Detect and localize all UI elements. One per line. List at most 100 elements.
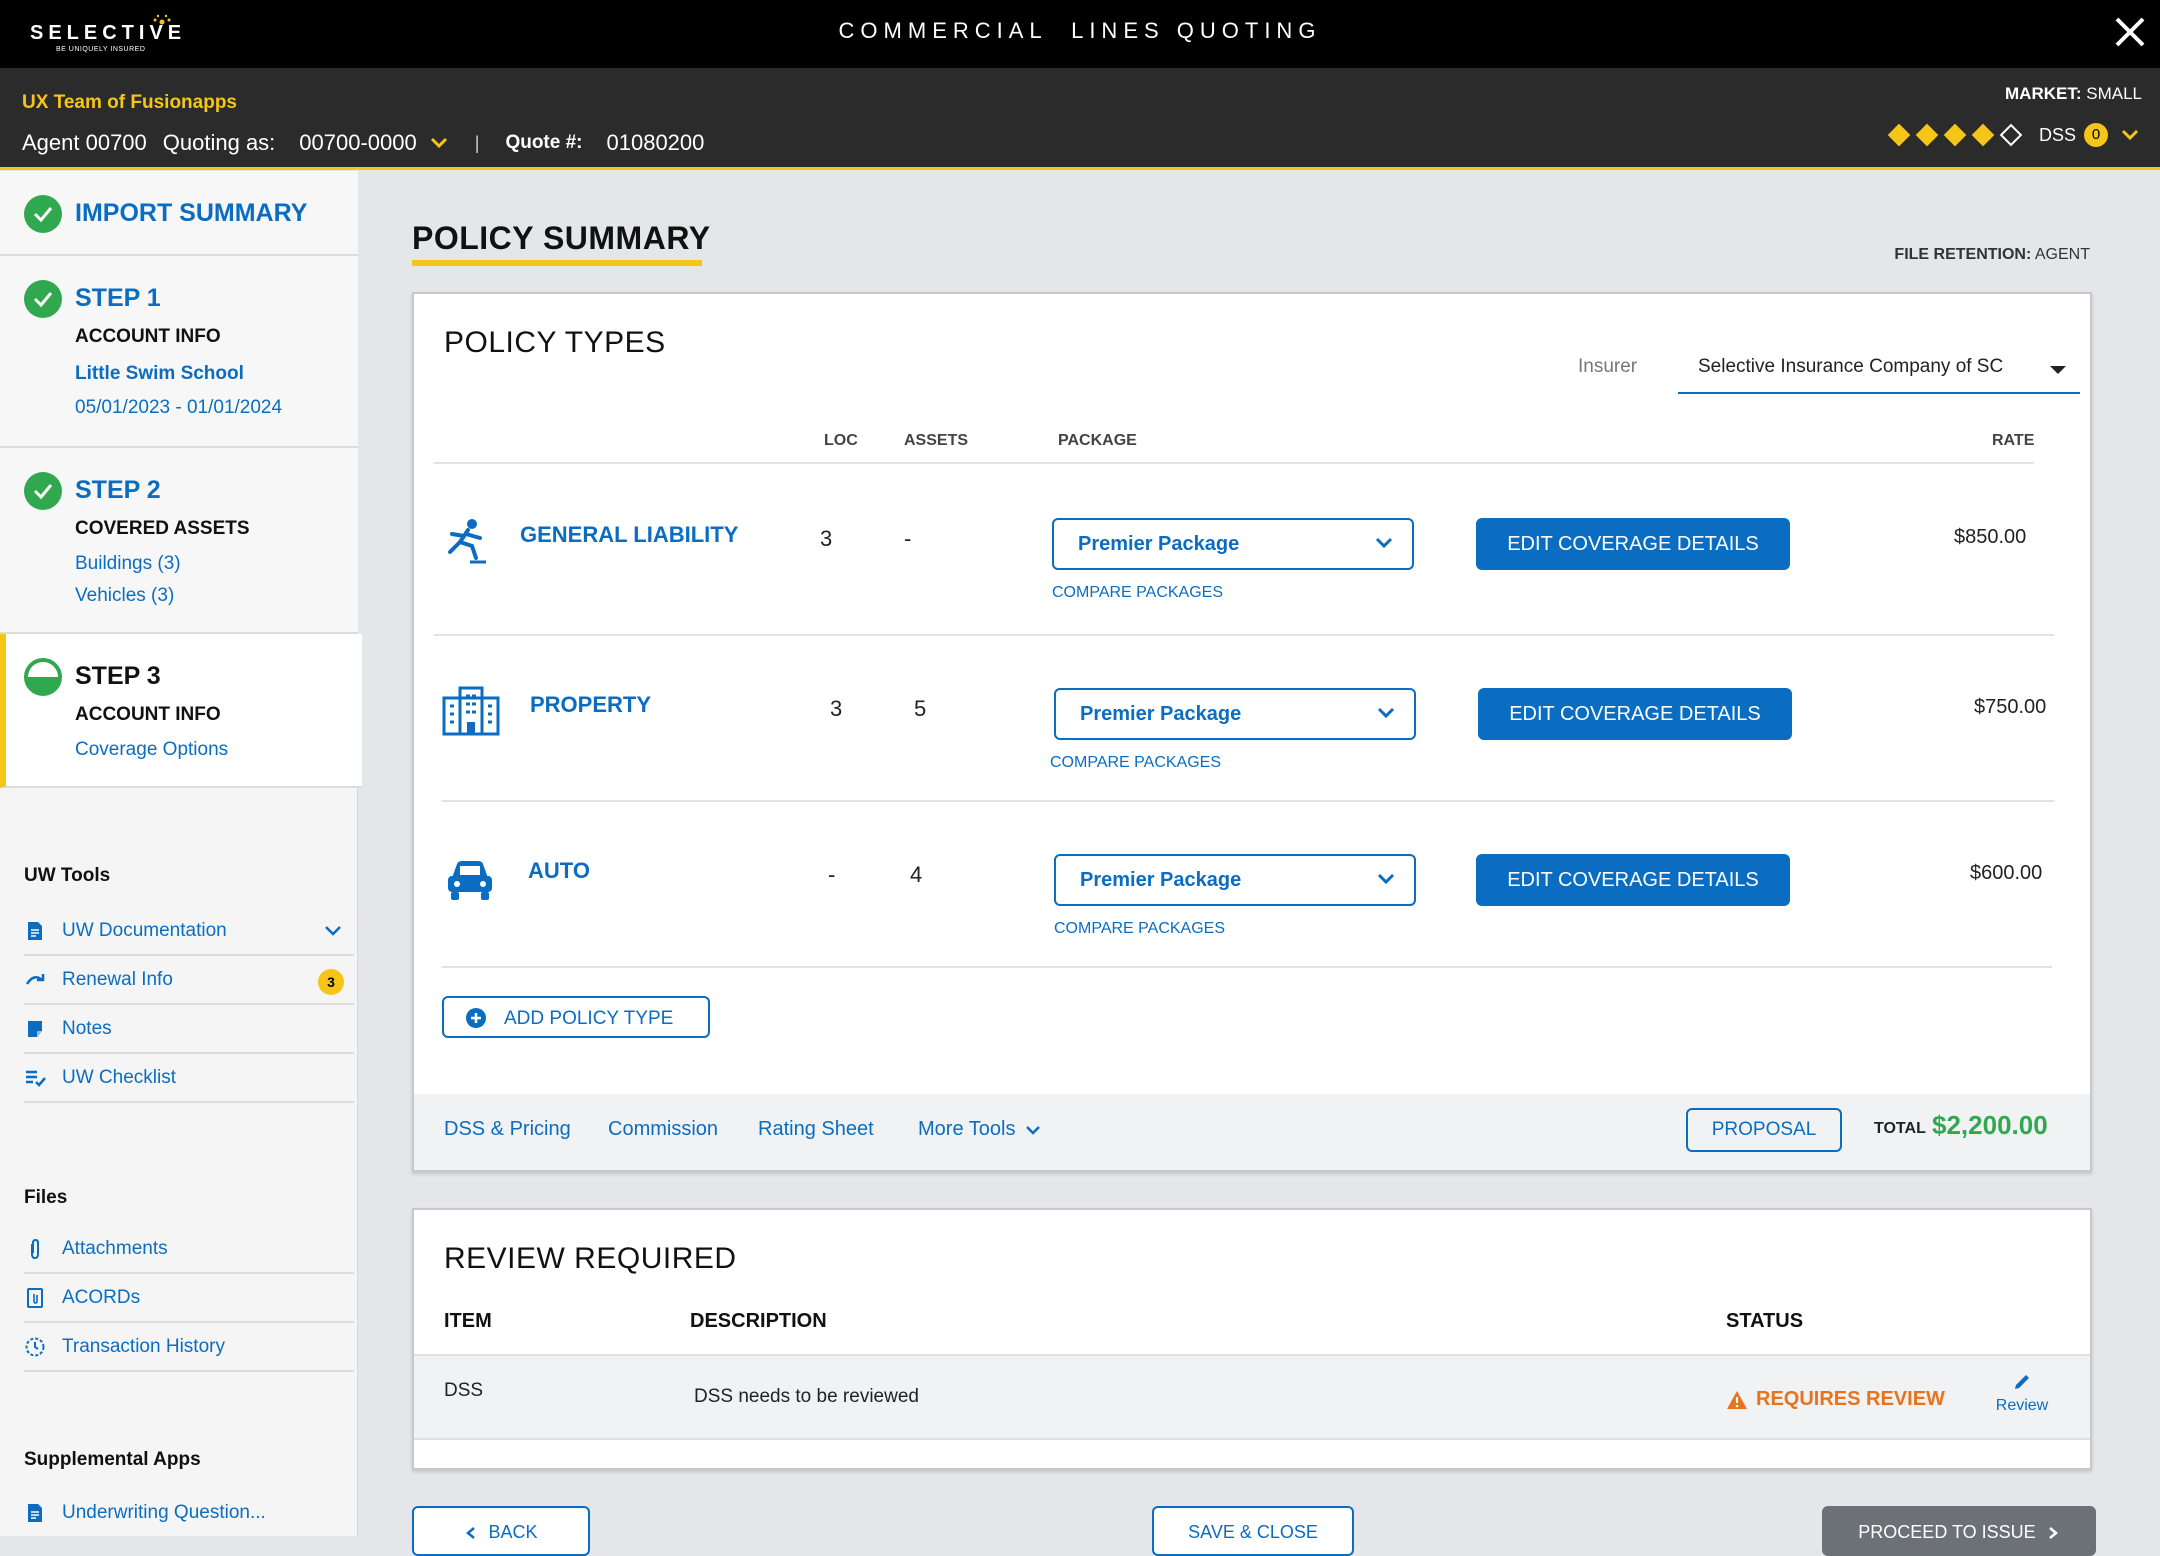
retention-value: AGENT (2034, 246, 2090, 263)
account-name-link[interactable]: Little Swim School (75, 363, 244, 385)
step-1-subtitle: ACCOUNT INFO (75, 326, 221, 347)
chevron-down-icon (1026, 1125, 1041, 1135)
policy-types-title: POLICY TYPES (444, 326, 666, 359)
file-retention: FILE RETENTION: AGENT (1894, 246, 2090, 264)
auto-link[interactable]: AUTO (528, 858, 590, 884)
auto-loc-value: - (828, 862, 836, 887)
row-divider (434, 634, 2054, 636)
save-close-button[interactable]: SAVE & CLOSE (1152, 1506, 1354, 1556)
dss-label: DSS (2038, 124, 2076, 145)
step-2[interactable]: STEP 2 COVERED ASSETS Buildings (3) Vehi… (0, 448, 358, 634)
quoting-as-value: 00700-0000 (299, 130, 417, 155)
auto-assets-value: 4 (910, 862, 923, 887)
insurer-label: Insurer (1578, 356, 1638, 377)
vehicles-link[interactable]: Vehicles (3) (75, 585, 174, 607)
caret-down-icon (2050, 366, 2066, 374)
insurer-select[interactable]: Selective Insurance Company of SC (1678, 342, 2080, 394)
policy-types-card: POLICY TYPES Insurer Selective Insurance… (412, 292, 2092, 1172)
close-icon[interactable] (2112, 14, 2148, 50)
dss-diamond-empty (1999, 123, 2023, 147)
quote-number: 01080200 (606, 130, 705, 155)
auto-edit-coverage-button[interactable]: EDIT COVERAGE DETAILS (1476, 854, 1790, 906)
gl-package-select[interactable]: Premier Package (1052, 518, 1414, 570)
title-underline (412, 260, 702, 266)
proceed-label: PROCEED TO ISSUE (1858, 1522, 2036, 1542)
step-2-subtitle: COVERED ASSETS (75, 518, 250, 539)
quoting-as-select[interactable]: 00700-0000 (299, 130, 448, 156)
property-link[interactable]: PROPERTY (530, 692, 651, 718)
transaction-history-item[interactable]: Transaction History (24, 1324, 354, 1372)
step-1[interactable]: STEP 1 ACCOUNT INFO Little Swim School 0… (0, 256, 358, 448)
chevron-down-icon (1375, 537, 1393, 549)
proceed-to-issue-button[interactable]: PROCEED TO ISSUE (1822, 1506, 2096, 1556)
notes-label: Notes (62, 1018, 112, 1039)
app-title: COMMERCIAL LINES QUOTING (838, 18, 1322, 43)
review-action[interactable]: Review (1992, 1372, 2052, 1415)
warning-icon (1727, 1390, 1747, 1409)
back-button[interactable]: BACK (412, 1506, 590, 1556)
attachments-item[interactable]: Attachments (24, 1226, 354, 1274)
gl-package-value: Premier Package (1078, 533, 1240, 555)
agent-row: Agent 00700 Quoting as: 00700-0000 | Quo… (22, 130, 704, 156)
auto-package-select[interactable]: Premier Package (1054, 854, 1416, 906)
underwriting-questions-item[interactable]: Underwriting Question... (24, 1489, 354, 1537)
check-icon (24, 280, 62, 318)
acords-label: ACORDs (62, 1287, 141, 1308)
page-title: POLICY SUMMARY (412, 220, 711, 256)
top-bar: SELECTIVE BE UNIQUELY INSURED COMMERCIAL… (0, 0, 2160, 68)
history-icon (25, 1337, 45, 1357)
rating-sheet-link[interactable]: Rating Sheet (758, 1118, 874, 1141)
in-progress-icon (24, 658, 62, 696)
policy-dates-link[interactable]: 05/01/2023 - 01/01/2024 (75, 397, 282, 419)
step-1-title: STEP 1 (75, 284, 161, 312)
chevron-down-icon[interactable] (324, 924, 342, 938)
sidebar: IMPORT SUMMARY STEP 1 ACCOUNT INFO Littl… (0, 171, 362, 1537)
chevron-down-icon (2121, 129, 2139, 141)
buildings-link[interactable]: Buildings (3) (75, 553, 181, 575)
checklist-icon (26, 1070, 46, 1087)
more-tools-menu[interactable]: More Tools (918, 1118, 1041, 1141)
review-link-label: Review (1995, 1397, 2049, 1414)
col-header-status: STATUS (1726, 1310, 1804, 1332)
notes-item[interactable]: Notes (24, 1006, 354, 1054)
agent-id: Agent 00700 (22, 130, 147, 155)
import-summary-step[interactable]: IMPORT SUMMARY (0, 171, 358, 256)
general-liability-link[interactable]: GENERAL LIABILITY (520, 522, 738, 548)
car-icon (448, 861, 492, 900)
dss-rating[interactable]: DSS 0 (1885, 118, 2140, 152)
coverage-options-link[interactable]: Coverage Options (75, 739, 228, 761)
back-label: BACK (488, 1522, 538, 1542)
supplemental-apps-title: Supplemental Apps (24, 1449, 201, 1470)
renewal-info-item[interactable]: Renewal Info 3 (24, 957, 354, 1005)
dss-diamond-filled (1971, 123, 1995, 147)
uw-documentation-item[interactable]: UW Documentation (24, 908, 354, 956)
step-3[interactable]: STEP 3 ACCOUNT INFO Coverage Options (0, 634, 362, 788)
acords-item[interactable]: ACORDs (24, 1275, 354, 1323)
document-icon (28, 1504, 42, 1522)
uw-checklist-label: UW Checklist (62, 1067, 177, 1088)
add-policy-type-button[interactable]: ADD POLICY TYPE (442, 996, 710, 1038)
gl-edit-coverage-button[interactable]: EDIT COVERAGE DETAILS (1476, 518, 1790, 570)
uw-documentation-label: UW Documentation (62, 920, 227, 941)
document-icon (28, 922, 42, 940)
renewal-info-label: Renewal Info (62, 969, 173, 990)
col-header-loc: LOC (824, 432, 858, 449)
check-icon (24, 195, 62, 233)
dss-pricing-link[interactable]: DSS & Pricing (444, 1118, 571, 1141)
auto-compare-packages-link[interactable]: COMPARE PACKAGES (1054, 920, 1225, 938)
col-header-assets: ASSETS (904, 432, 969, 449)
proposal-button[interactable]: PROPOSAL (1686, 1108, 1842, 1152)
property-compare-packages-link[interactable]: COMPARE PACKAGES (1050, 754, 1221, 772)
retention-label: FILE RETENTION: (1894, 246, 2032, 263)
property-rate-value: $750.00 (1974, 696, 2047, 718)
auto-package-value: Premier Package (1080, 869, 1242, 891)
total-value: $2,200.00 (1932, 1110, 2048, 1140)
gl-compare-packages-link[interactable]: COMPARE PACKAGES (1052, 584, 1223, 602)
insurer-value: Selective Insurance Company of SC (1698, 356, 2004, 377)
commission-link[interactable]: Commission (608, 1118, 718, 1141)
property-package-select[interactable]: Premier Package (1054, 688, 1416, 740)
property-edit-coverage-button[interactable]: EDIT COVERAGE DETAILS (1478, 688, 1792, 740)
uw-checklist-item[interactable]: UW Checklist (24, 1055, 354, 1103)
row-divider (442, 800, 2054, 802)
col-header-rate: RATE (1992, 432, 2035, 449)
